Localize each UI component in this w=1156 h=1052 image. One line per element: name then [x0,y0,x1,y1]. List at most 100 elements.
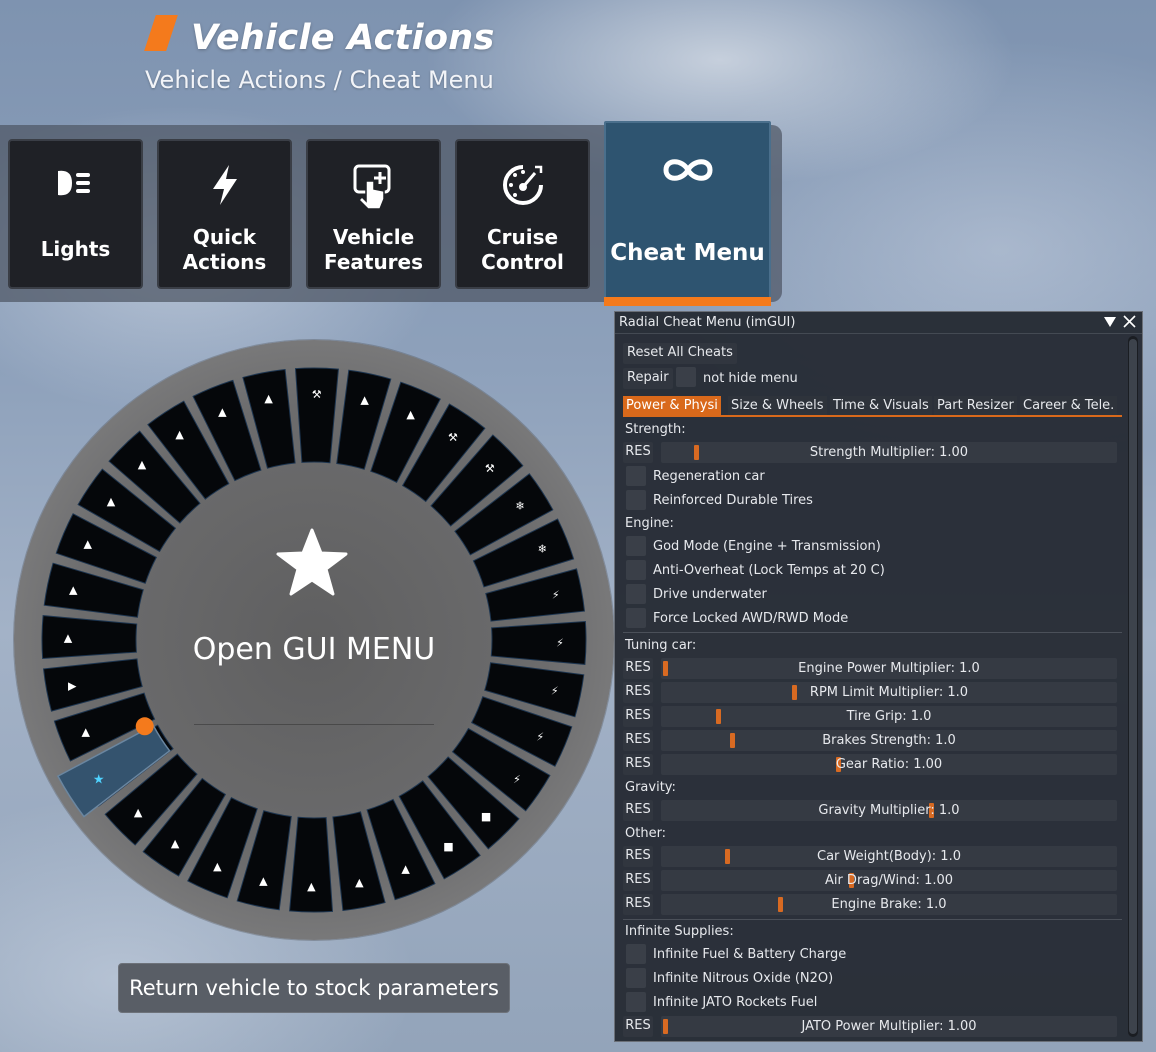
tile-label: Cruise Control [481,225,564,274]
center-divider [194,724,434,725]
bolt-icon: ⚡ [551,685,559,698]
open-gui-menu-label[interactable]: Open GUI MENU [14,632,614,667]
rpm-limit-slider[interactable]: RPM Limit Multiplier: 1.0 [661,682,1117,703]
slider-value: Tire Grip: 1.0 [846,709,932,724]
tile-cheat-menu[interactable]: Cheat Menu [604,121,771,301]
page-title: Vehicle Actions [191,18,495,58]
tile-label: Cheat Menu [610,240,765,266]
gravity-multiplier-slider[interactable]: Gravity Multiplier: 1.0 [661,800,1117,821]
radial-segment[interactable] [289,816,334,913]
tire-grip-slider[interactable]: Tire Grip: 1.0 [661,706,1117,727]
tile-cruise-control[interactable]: Cruise Control [455,139,590,289]
close-icon[interactable] [1123,315,1136,332]
check-label: Force Locked AWD/RWD Mode [653,611,849,626]
engine-power-slider[interactable]: Engine Power Multiplier: 1.0 [661,658,1117,679]
reset-all-cheats-button[interactable]: Reset All Cheats [623,343,737,364]
infinity-icon [606,153,769,197]
reinforced-tires-checkbox[interactable] [626,490,646,510]
slider-value: Air Drag/Wind: 1.00 [824,873,954,888]
tab-underline [623,415,1122,417]
check-label: God Mode (Engine + Transmission) [653,539,881,554]
car-icon: ▲ [84,537,93,550]
drive-underwater-checkbox[interactable] [626,584,646,604]
res-button[interactable]: RES [623,730,653,751]
air-drag-slider[interactable]: Air Drag/Wind: 1.00 [661,870,1117,891]
res-button[interactable]: RES [623,894,653,915]
check-label: Infinite Nitrous Oxide (N2O) [653,971,834,986]
slider-value: Engine Power Multiplier: 1.0 [798,661,980,676]
tab-power-physics[interactable]: Power & Physi [623,396,721,416]
slider-value: Car Weight(Body): 1.0 [817,849,961,864]
slider-value: Engine Brake: 1.0 [831,897,947,912]
action-bar: Lights Quick Actions Vehicle Features Cr… [0,121,782,306]
res-button[interactable]: RES [623,800,653,821]
check-label: Anti-Overheat (Lock Temps at 20 C) [653,563,885,578]
wrench-icon: ⚒ [448,431,458,444]
separator [623,919,1122,920]
god-mode-checkbox[interactable] [626,536,646,556]
selection-marker [135,717,154,736]
lightning-icon [159,163,290,207]
check-label: Reinforced Durable Tires [653,493,813,508]
res-button[interactable]: RES [623,706,653,727]
tab-time-visuals[interactable]: Time & Visuals [830,396,932,416]
section-strength: Strength: [625,422,686,437]
check-label: Regeneration car [653,469,765,484]
bolt-icon: ⚡ [552,589,560,602]
strength-multiplier-slider[interactable]: Strength Multiplier: 1.00 [661,442,1117,463]
tile-vehicle-features[interactable]: Vehicle Features [306,139,441,289]
tab-size-wheels[interactable]: Size & Wheels [728,396,827,416]
wrench-icon: ⚒ [312,388,322,401]
radial-segment[interactable] [294,367,339,464]
scrollbar-thumb[interactable] [1129,339,1137,1034]
tab-part-resizer[interactable]: Part Resizer [934,396,1017,416]
force-awd-checkbox[interactable] [626,608,646,628]
section-other: Other: [625,826,667,841]
return-to-stock-button[interactable]: Return vehicle to stock parameters [118,963,510,1013]
snow-icon: ❄ [538,542,547,555]
tab-career-tele[interactable]: Career & Tele. [1020,396,1118,416]
infinite-nitrous-checkbox[interactable] [626,968,646,988]
jato-power-slider[interactable]: JATO Power Multiplier: 1.00 [661,1016,1117,1037]
wrench-icon: ⚒ [485,462,495,475]
check-label: Drive underwater [653,587,767,602]
window-titlebar[interactable]: Radial Cheat Menu (imGUI) [615,312,1142,334]
slider-value: RPM Limit Multiplier: 1.0 [809,685,969,700]
separator [623,632,1122,633]
car-icon: ▲ [107,495,116,508]
brakes-strength-slider[interactable]: Brakes Strength: 1.0 [661,730,1117,751]
slider-value: Gravity Multiplier: 1.0 [818,803,960,818]
window-scrollbar[interactable] [1128,336,1138,1037]
tile-label: Lights [40,237,111,261]
car-icon: ▲ [138,458,147,471]
active-tab-underline [604,297,771,306]
res-button[interactable]: RES [623,442,653,463]
res-button[interactable]: RES [623,658,653,679]
not-hide-menu-label: not hide menu [703,371,798,386]
tile-lights[interactable]: Lights [8,139,143,289]
tile-label: Quick Actions [182,225,267,274]
breadcrumb: Vehicle Actions / Cheat Menu [145,66,494,94]
tile-label: Vehicle Features [323,225,424,274]
res-button[interactable]: RES [623,1016,653,1037]
res-button[interactable]: RES [623,754,653,775]
tile-quick-actions[interactable]: Quick Actions [157,139,292,289]
car-weight-slider[interactable]: Car Weight(Body): 1.0 [661,846,1117,867]
res-button[interactable]: RES [623,682,653,703]
infinite-jato-checkbox[interactable] [626,992,646,1012]
engine-brake-slider[interactable]: Engine Brake: 1.0 [661,894,1117,915]
anti-overheat-checkbox[interactable] [626,560,646,580]
res-button[interactable]: RES [623,870,653,891]
section-gravity: Gravity: [625,780,676,795]
infinite-fuel-checkbox[interactable] [626,944,646,964]
check-label: Infinite JATO Rockets Fuel [653,995,818,1010]
regeneration-checkbox[interactable] [626,466,646,486]
gear-ratio-slider[interactable]: Gear Ratio: 1.00 [661,754,1117,775]
repair-button[interactable]: Repair [623,368,673,389]
not-hide-menu-checkbox[interactable] [676,367,696,387]
res-button[interactable]: RES [623,846,653,867]
collapse-icon[interactable] [1104,316,1116,332]
speedometer-icon [457,163,588,207]
slider-value: Strength Multiplier: 1.00 [809,445,969,460]
car-icon: ▲ [175,428,184,441]
